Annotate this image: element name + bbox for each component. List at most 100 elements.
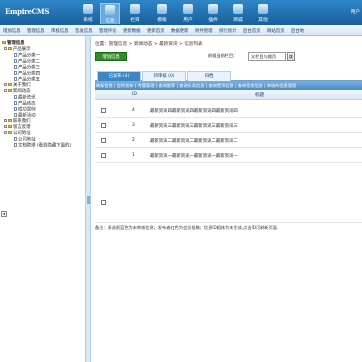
nav-other[interactable]: 其他 xyxy=(253,3,273,24)
expand-icon[interactable] xyxy=(4,125,7,128)
tree-item[interactable]: 成功案例 xyxy=(14,107,36,113)
menu-admin-home[interactable]: 后台首页 xyxy=(243,28,261,34)
nav-info[interactable]: 信息 xyxy=(100,3,120,24)
table-row: 4 最新资讯四最新资讯四最新资讯四最新资讯四 xyxy=(95,104,362,118)
nav-label: 信息 xyxy=(105,19,115,24)
tree-item-products[interactable]: 产品展示 xyxy=(4,47,31,52)
tree-label: 管理信息 xyxy=(7,41,25,46)
col-title-header[interactable]: 标题 xyxy=(255,92,264,98)
tree-root[interactable]: 管理信息 xyxy=(2,41,25,46)
expand-icon[interactable] xyxy=(4,119,7,122)
template-icon xyxy=(157,4,167,14)
tree-label: 留言反馈 xyxy=(13,125,31,130)
tree-item[interactable]: 公司地址 xyxy=(14,137,36,143)
collapse-icon[interactable] xyxy=(4,89,7,92)
plugin-icon xyxy=(208,4,218,14)
jump-button[interactable]: 跳 xyxy=(287,52,295,61)
menu-stats[interactable]: 排行统计 xyxy=(219,28,237,34)
menu-update-home[interactable]: 更新首页 xyxy=(147,28,165,34)
tree-label: 产品展示 xyxy=(13,47,31,52)
scroll-left-arrow[interactable]: ◂ xyxy=(1,211,7,217)
menu-manage-info[interactable]: 管理信息 xyxy=(27,28,45,34)
column-select[interactable]: 父栏目与搜页 xyxy=(248,52,286,61)
row-title-link[interactable]: 最新资讯四最新资讯四最新资讯四最新资讯四 xyxy=(150,108,238,114)
nav-user[interactable]: 用户 xyxy=(178,3,198,24)
row-id[interactable]: 1 xyxy=(132,153,135,158)
tree-item-news[interactable]: 新闻动态 xyxy=(4,89,31,94)
select-all-checkbox[interactable] xyxy=(101,200,106,205)
tree-item[interactable]: 文档管理 (看到隐藏下面的) xyxy=(14,143,84,149)
column-select-value: 父栏目与搜页 xyxy=(251,54,277,59)
tree-item[interactable]: 产品动态 xyxy=(14,101,36,107)
tree-item-contact[interactable]: 联系我们 xyxy=(4,119,31,124)
folder-icon xyxy=(8,89,12,92)
tree-item[interactable]: 最新活动 xyxy=(14,113,36,119)
folder-icon xyxy=(8,119,12,122)
row-checkbox[interactable] xyxy=(101,123,106,128)
tab-pending[interactable]: 待审核 (0) xyxy=(142,71,186,81)
nav-shop[interactable]: 商城 xyxy=(228,3,248,24)
row-checkbox[interactable] xyxy=(101,138,106,143)
nav-plugin[interactable]: 插件 xyxy=(203,3,223,24)
menu-data-update[interactable]: 数据更新 xyxy=(171,28,189,34)
tree-label: 联系我们 xyxy=(13,119,31,124)
tree-item[interactable]: 产品分类二 xyxy=(14,59,40,65)
tree-label: 产品分类二 xyxy=(18,59,40,65)
menu-audit-info[interactable]: 审核信息 xyxy=(51,28,69,34)
document-icon xyxy=(14,53,17,57)
nav-label: 插件 xyxy=(208,18,218,23)
column-select-label: 前缀当前栏目： xyxy=(208,52,248,61)
document-icon xyxy=(14,65,17,69)
menu-attachments[interactable]: 附件管理 xyxy=(195,28,213,34)
user-label[interactable]: 用户 xyxy=(351,9,360,15)
add-info-button[interactable]: 增加信息 xyxy=(95,52,127,61)
tree-label: 公司地址 xyxy=(13,131,31,136)
menu-comments[interactable]: 管理评论 xyxy=(99,28,117,34)
row-checkbox[interactable] xyxy=(101,108,106,113)
nav-system[interactable]: 系统 xyxy=(78,3,98,24)
row-id[interactable]: 2 xyxy=(132,138,135,143)
nav-template[interactable]: 模板 xyxy=(152,3,172,24)
operations-bar[interactable]: 刷新信息 | 定时发布 | 专题管理 | 查询推荐 | 查询头条信息 | 查询置… xyxy=(95,81,362,90)
collapse-icon[interactable] xyxy=(4,47,7,50)
tree-item[interactable]: 产品分类一 xyxy=(14,53,40,59)
shop-icon xyxy=(233,4,243,14)
row-id[interactable]: 4 xyxy=(132,108,135,113)
menu-site-home[interactable]: 网站首页 xyxy=(267,28,285,34)
menu-sign-info[interactable]: 签发信息 xyxy=(75,28,93,34)
tree-item-latest-news[interactable]: 最新资讯 xyxy=(14,95,36,101)
logo-text: EmpireCMS xyxy=(5,7,50,16)
row-title-link[interactable]: 最新资讯三最新资讯三最新资讯三最新资讯三 xyxy=(150,123,238,129)
menu-admin-map[interactable]: 后台地 xyxy=(291,28,304,34)
user-icon xyxy=(183,4,193,14)
logo: EmpireCMS xyxy=(5,4,49,17)
col-id-header[interactable]: ID xyxy=(132,92,137,97)
folder-icon xyxy=(8,83,12,86)
tree-item[interactable]: 产品分类三 xyxy=(14,65,40,71)
tree-item-address[interactable]: 公司地址 xyxy=(4,131,31,136)
row-title-link[interactable]: 最新资讯一最新资讯一最新资讯一最新资讯一 xyxy=(150,153,238,159)
collapse-icon[interactable] xyxy=(4,131,7,134)
expand-icon[interactable] xyxy=(4,83,7,86)
menu-update-data[interactable]: 更新数据 xyxy=(123,28,141,34)
folder-icon xyxy=(8,125,12,128)
row-id[interactable]: 3 xyxy=(132,123,135,128)
nav-column[interactable]: 栏目 xyxy=(125,3,145,24)
tree-item[interactable]: 产品分类四 xyxy=(14,71,40,77)
tab-published[interactable]: 已发布 (4) xyxy=(97,71,141,81)
tab-archive[interactable]: 归档 xyxy=(187,71,231,81)
document-icon xyxy=(14,71,17,75)
document-icon xyxy=(14,59,17,63)
splitter-handle[interactable] xyxy=(87,196,90,204)
tree-label: 产品分类一 xyxy=(18,53,40,59)
menu-add-info[interactable]: 增加信息 xyxy=(3,28,21,34)
top-header: EmpireCMS 系统 信息 栏目 模板 用户 插件 商城 其他 用户 xyxy=(0,0,362,25)
row-checkbox[interactable] xyxy=(101,153,106,158)
tree-item-about[interactable]: 关于我们 xyxy=(4,83,31,88)
tree-item-feedback[interactable]: 留言反馈 xyxy=(4,125,31,130)
row-title-link[interactable]: 最新资讯二最新资讯二最新资讯二最新资讯二 xyxy=(150,138,238,144)
document-icon xyxy=(14,143,17,147)
tree-item[interactable]: 产品分类五 xyxy=(14,77,40,83)
folder-icon xyxy=(2,41,6,44)
tree-label: 产品分类五 xyxy=(18,77,40,83)
